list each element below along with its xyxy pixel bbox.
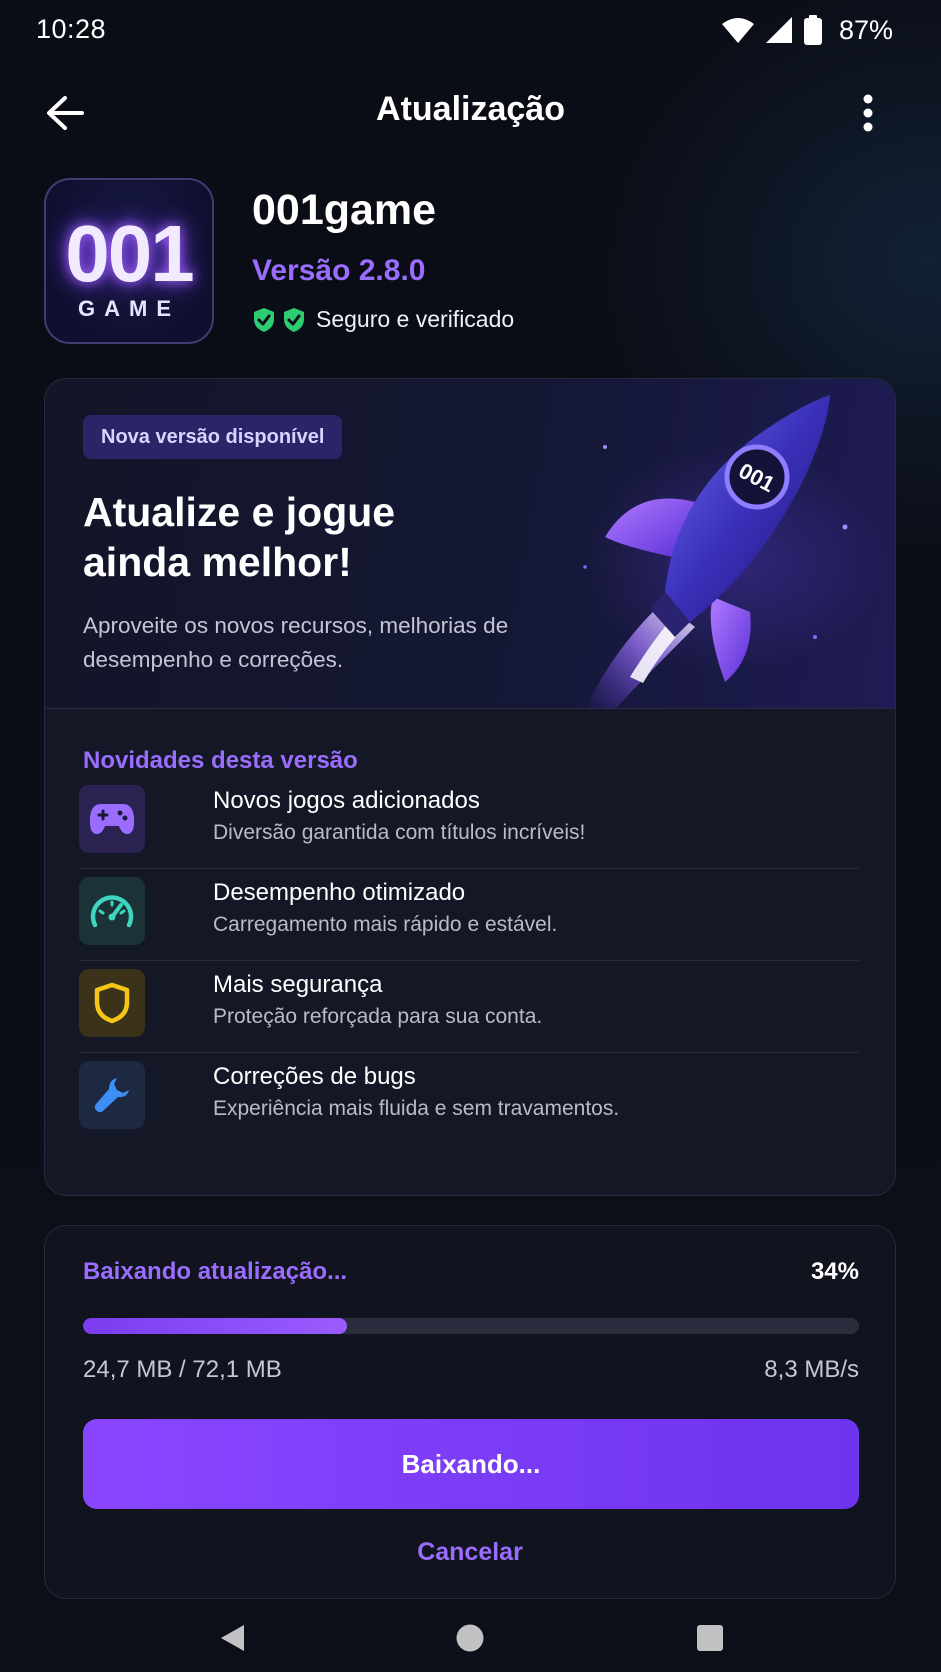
download-speed: 8,3 MB/s	[764, 1356, 859, 1383]
wifi-icon	[721, 18, 754, 43]
hero-description: Aproveite os novos recursos, melhorias d…	[83, 613, 509, 672]
app-version: Versão 2.8.0	[252, 254, 426, 287]
square-recents-icon	[697, 1625, 723, 1651]
app-name: 001game	[252, 186, 437, 234]
app-logo: 001 GAME	[44, 178, 214, 344]
feature-item: Desempenho otimizado Carregamento mais r…	[79, 869, 859, 961]
shield-icon	[94, 982, 130, 1024]
verified-status: Seguro e verificado	[252, 306, 514, 333]
gamepad-icon	[89, 804, 135, 834]
feature-subtitle: Experiência mais fluida e sem travamento…	[213, 1097, 620, 1120]
hero-title: Atualize e jogue ainda melhor!	[83, 487, 523, 587]
app-logo-word: GAME	[78, 296, 180, 321]
system-navigation-bar	[0, 1610, 941, 1672]
feature-icon-box	[79, 1061, 145, 1129]
new-version-badge: Nova versão disponível	[83, 415, 343, 459]
status-bar: 10:28 87%	[0, 0, 941, 62]
triangle-back-icon	[221, 1625, 244, 1651]
shield-check-icon	[254, 307, 274, 332]
cellular-signal-icon	[765, 17, 792, 43]
download-size: 24,7 MB / 72,1 MB	[83, 1356, 282, 1383]
wrench-icon	[94, 1078, 129, 1113]
feature-subtitle: Proteção reforçada para sua conta.	[213, 1005, 543, 1028]
update-info-card: Nova versão disponível Atualize e jogue …	[44, 378, 896, 1196]
feature-icon-box	[79, 785, 145, 853]
nav-back-button[interactable]	[210, 1616, 254, 1660]
feature-icon-box	[79, 877, 145, 945]
hero-banner: Nova versão disponível Atualize e jogue …	[45, 379, 895, 709]
battery-percentage: 87%	[838, 14, 893, 45]
status-time: 10:28	[36, 14, 107, 44]
feature-item: Novos jogos adicionados Diversão garanti…	[79, 777, 859, 869]
app-logo-number: 001	[65, 209, 194, 298]
update-screen: 10:28 87% Atualização 001 GAME 001game V…	[0, 0, 941, 1672]
circle-home-icon	[456, 1624, 484, 1652]
feature-item: Mais segurança Proteção reforçada para s…	[79, 961, 859, 1053]
downloading-button[interactable]: Baixando...	[83, 1419, 859, 1509]
feature-title: Novos jogos adicionados	[213, 787, 480, 814]
feature-title: Mais segurança	[213, 971, 383, 998]
feature-subtitle: Carregamento mais rápido e estável.	[213, 913, 558, 936]
app-header: Atualização	[0, 80, 941, 146]
battery-icon	[803, 15, 822, 45]
page-title: Atualização	[376, 90, 565, 128]
feature-title: Desempenho otimizado	[213, 879, 466, 906]
more-options-button[interactable]	[853, 90, 883, 136]
hero-title-line-2: ainda melhor!	[83, 539, 352, 585]
nav-recents-button[interactable]	[688, 1616, 732, 1660]
speedometer-icon	[90, 895, 134, 928]
feature-item: Correções de bugs Experiência mais fluid…	[79, 1053, 859, 1145]
shield-check-icon	[284, 307, 304, 332]
status-icons: 87%	[721, 14, 893, 46]
download-progress-fill	[83, 1318, 347, 1334]
more-vertical-icon	[863, 94, 873, 132]
whats-new-title: Novidades desta versão	[83, 747, 358, 774]
verified-label: Seguro e verificado	[316, 306, 515, 332]
hero-title-line-1: Atualize e jogue	[83, 489, 396, 535]
download-status-label: Baixando atualização...	[83, 1258, 348, 1285]
download-progress-bar	[83, 1318, 859, 1334]
download-card: Baixando atualização... 34% 24,7 MB / 72…	[44, 1225, 896, 1599]
nav-home-button[interactable]	[448, 1616, 492, 1660]
feature-title: Correções de bugs	[213, 1063, 416, 1090]
rocket-illustration: 001	[583, 395, 848, 709]
feature-icon-box	[79, 969, 145, 1037]
download-percent: 34%	[810, 1258, 859, 1285]
feature-subtitle: Diversão garantida com títulos incríveis…	[213, 821, 586, 844]
cancel-button[interactable]: Cancelar	[45, 1538, 895, 1567]
